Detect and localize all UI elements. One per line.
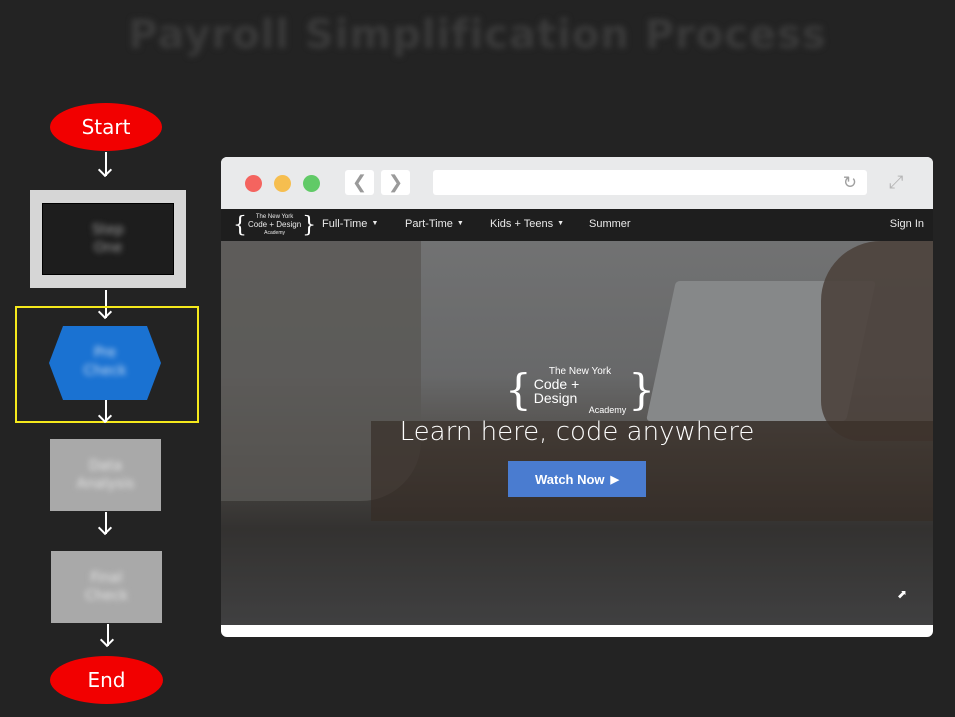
step1-line2: One bbox=[93, 240, 123, 256]
step4-box: Final Check bbox=[51, 551, 162, 623]
browser-window: ❮ ❯ ↻ ⤢ { The New York Code + Design Aca… bbox=[221, 157, 933, 637]
site-logo[interactable]: { The New York Code + Design Academy } bbox=[233, 213, 316, 238]
nav-full-time[interactable]: Full-Time ▼ bbox=[322, 218, 378, 230]
chevron-right-icon: ❯ bbox=[387, 172, 404, 192]
reload-icon[interactable]: ↻ bbox=[843, 173, 857, 193]
arrow-step3-to-step4 bbox=[97, 512, 114, 536]
watch-now-label: Watch Now bbox=[534, 471, 605, 487]
arrow-step4-to-end bbox=[99, 624, 116, 648]
step1-box: Step One bbox=[30, 190, 186, 288]
back-button[interactable]: ❮ bbox=[345, 170, 374, 195]
arrow-start-to-step1 bbox=[97, 152, 114, 178]
step3-line1: Data bbox=[88, 458, 123, 474]
start-label: Start bbox=[81, 115, 131, 139]
play-circle-icon: ▶ bbox=[610, 473, 620, 486]
nav-part-time[interactable]: Part-Time ▼ bbox=[405, 218, 464, 230]
minimize-window-dot[interactable] bbox=[274, 175, 291, 192]
watch-now-button[interactable]: Watch Now ▶ bbox=[508, 461, 646, 497]
start-terminal: Start bbox=[50, 103, 162, 151]
step2-text: Pre Check bbox=[49, 344, 161, 380]
end-terminal: End bbox=[50, 656, 163, 704]
site-navbar: { The New York Code + Design Academy } F… bbox=[221, 209, 933, 241]
logo-line2: Code + Design bbox=[248, 220, 302, 229]
step3-line2: Analysis bbox=[76, 476, 135, 492]
step3-box: Data Analysis bbox=[50, 439, 161, 511]
step4-line2: Check bbox=[84, 588, 129, 604]
hero-section: { The New York Code + Design Academy } L… bbox=[221, 241, 933, 625]
hero-logo-line2: Code + Design bbox=[533, 375, 580, 406]
end-label: End bbox=[87, 668, 126, 692]
page-title: Payroll Simplification Process bbox=[128, 12, 827, 58]
step2-line2: Check bbox=[83, 363, 127, 379]
mouse-cursor-icon: ⬈ bbox=[897, 587, 908, 601]
arrow-step2-to-step3 bbox=[97, 400, 114, 424]
logo-line3: Academy bbox=[264, 230, 285, 236]
chevron-left-icon: ❮ bbox=[351, 172, 368, 192]
step1-line1: Step bbox=[92, 222, 124, 238]
step4-line1: Final bbox=[90, 570, 123, 586]
address-bar[interactable]: ↻ bbox=[433, 170, 867, 195]
hero-headline: Learn here, code anywhere bbox=[399, 417, 755, 447]
nav-summer[interactable]: Summer bbox=[589, 218, 631, 230]
forward-button[interactable]: ❯ bbox=[381, 170, 410, 195]
maximize-window-dot[interactable] bbox=[303, 175, 320, 192]
browser-toolbar: ❮ ❯ ↻ ⤢ bbox=[221, 157, 933, 209]
close-window-dot[interactable] bbox=[245, 175, 262, 192]
expand-icon[interactable]: ⤢ bbox=[889, 172, 903, 193]
sign-in-link[interactable]: Sign In bbox=[890, 218, 924, 230]
hero-logo-line1: The New York bbox=[548, 365, 612, 377]
hero-logo-line3: Academy bbox=[588, 404, 627, 415]
hero-logo: { The New York Code + Design Academy } bbox=[505, 365, 655, 415]
step2-line1: Pre bbox=[93, 345, 117, 361]
nav-kids-teens[interactable]: Kids + Teens ▼ bbox=[490, 218, 564, 230]
